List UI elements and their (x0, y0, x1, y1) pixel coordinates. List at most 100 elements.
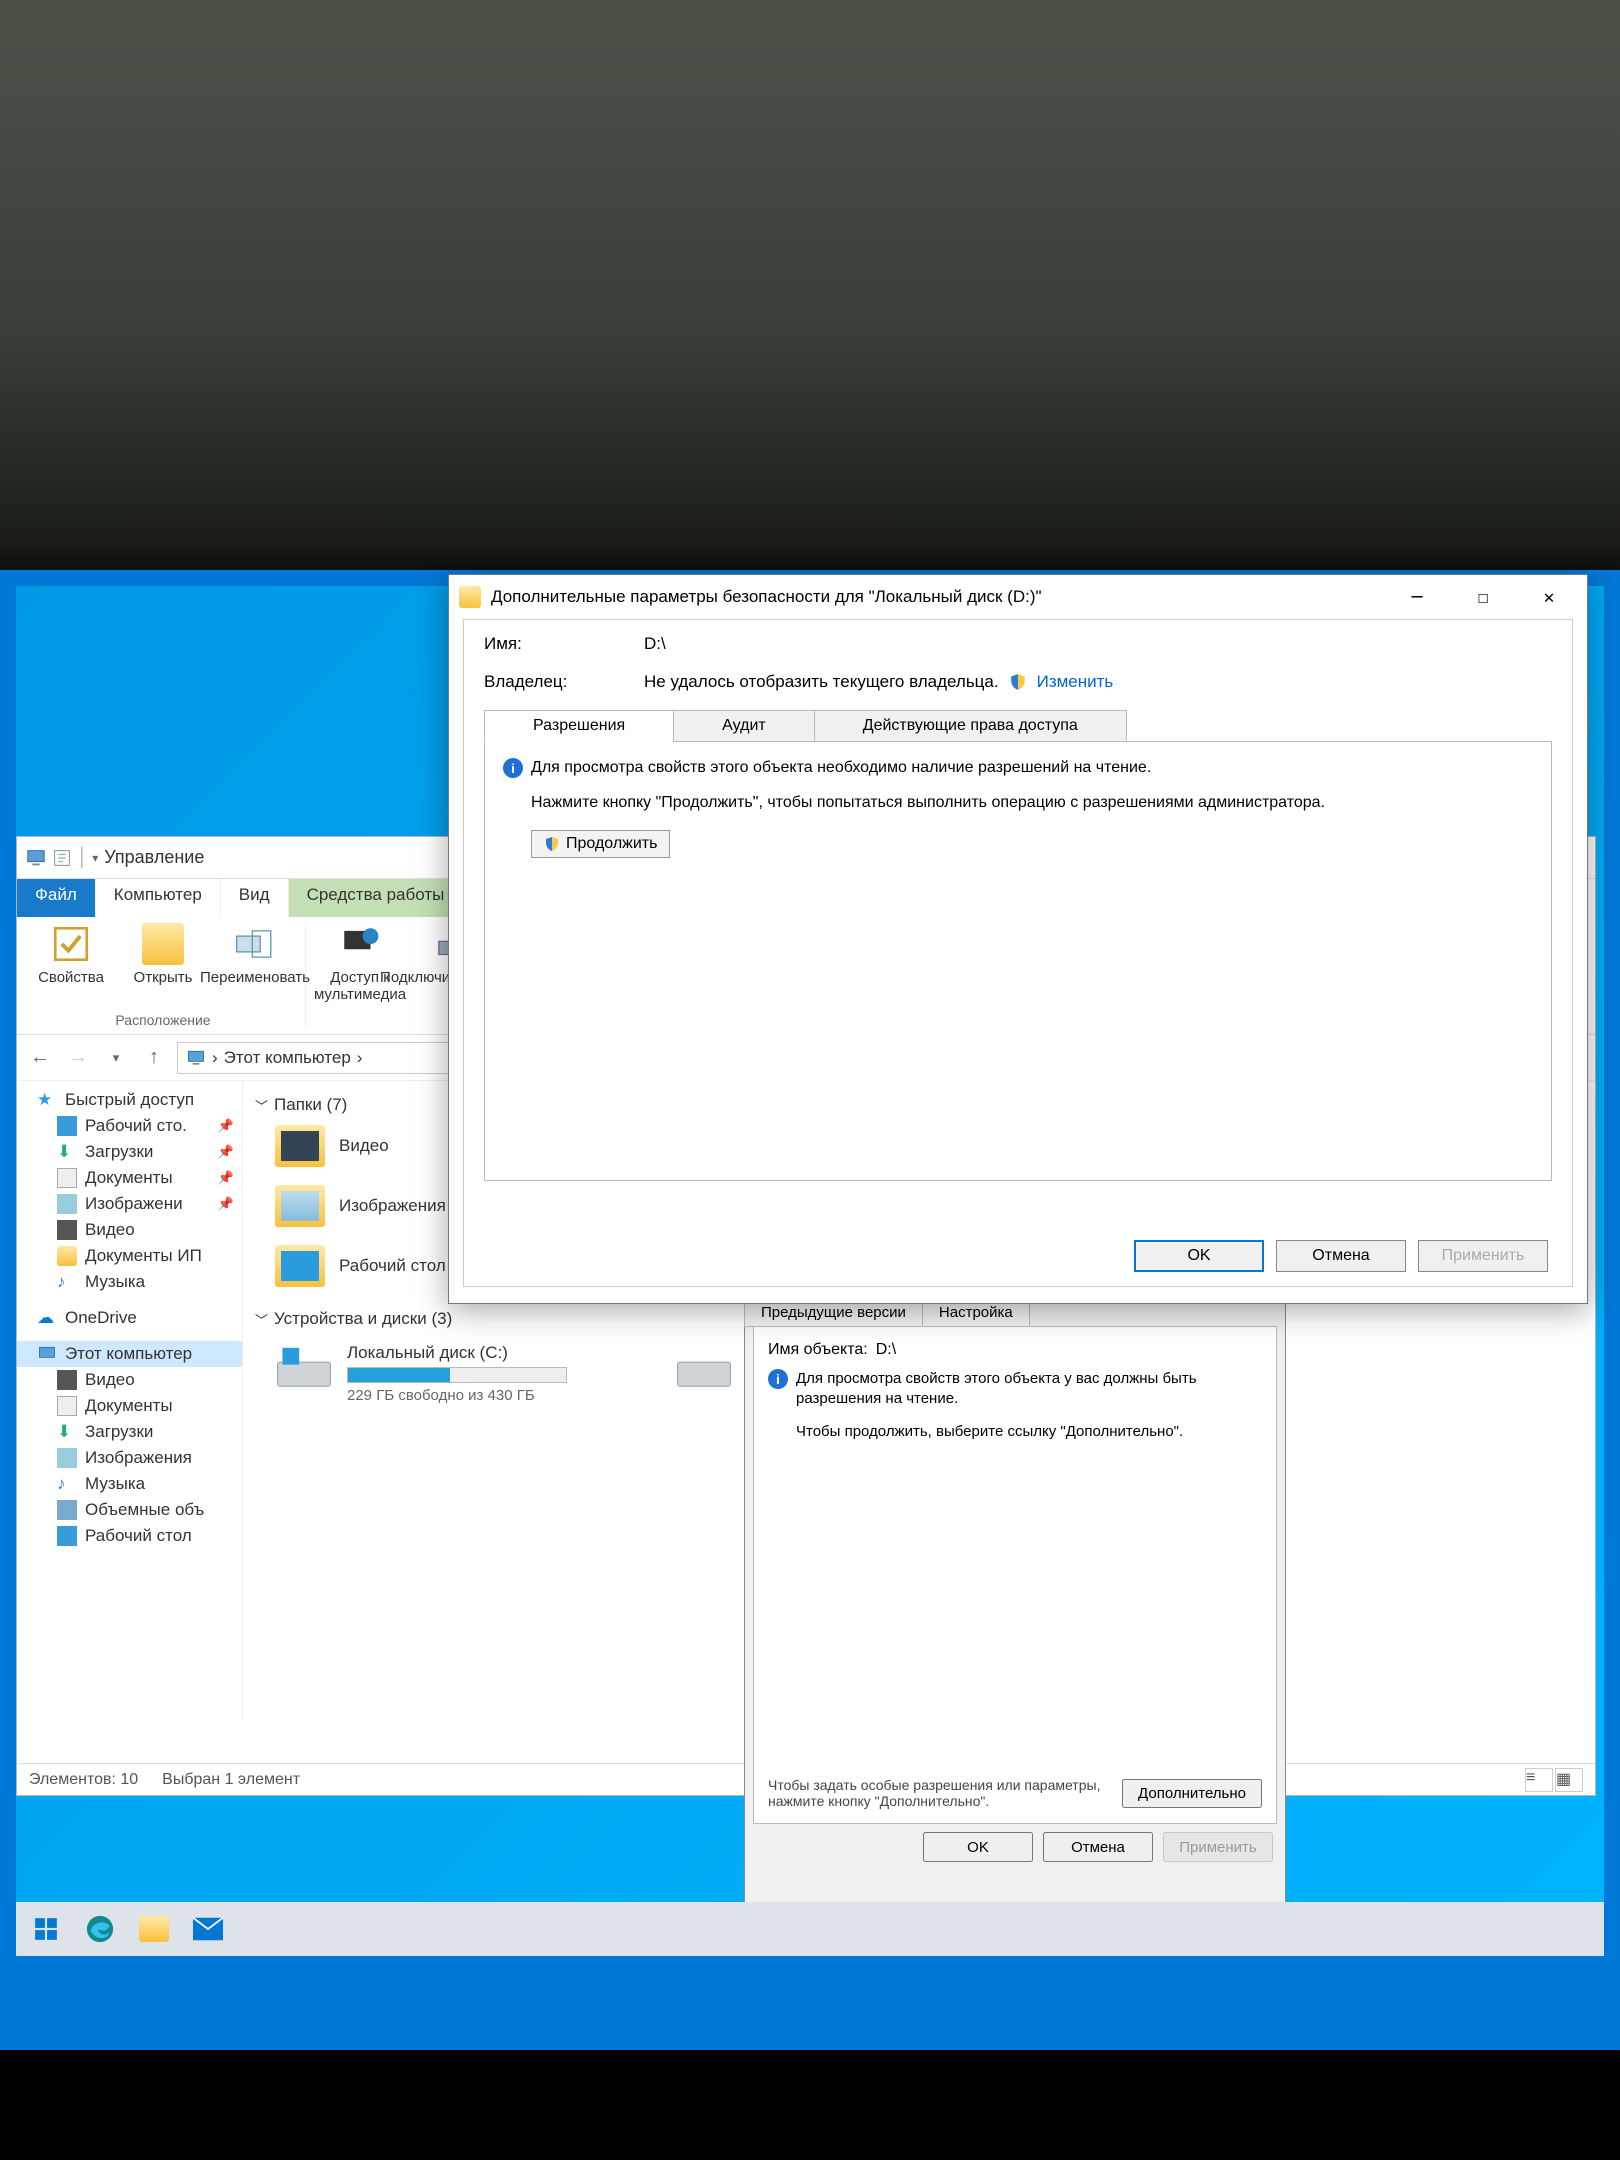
sidebar-this-pc[interactable]: Этот компьютер (17, 1341, 242, 1367)
sidebar-desktop-quick[interactable]: Рабочий сто.📌 (17, 1113, 242, 1139)
apply-button[interactable]: Применить (1418, 1240, 1548, 1272)
info-icon: i (768, 1369, 788, 1389)
info-icon: i (503, 758, 523, 778)
ribbon-rename[interactable]: Переименовать (213, 923, 297, 986)
advsec-titlebar[interactable]: Дополнительные параметры безопасности дл… (449, 575, 1587, 619)
pc-icon (25, 847, 47, 869)
uac-shield-icon (1009, 673, 1027, 691)
videos-icon (57, 1370, 77, 1390)
taskbar-edge[interactable] (78, 1907, 122, 1951)
pictures-icon (57, 1448, 77, 1468)
ribbon-properties[interactable]: Свойства (29, 923, 113, 986)
taskbar-mail[interactable] (186, 1907, 230, 1951)
advanced-security-window: Дополнительные параметры безопасности дл… (448, 574, 1588, 1304)
view-details-button[interactable]: ≡ (1525, 1768, 1553, 1792)
drive-c-label: Локальный диск (C:) (347, 1343, 567, 1363)
music-icon: ♪ (57, 1272, 77, 1292)
taskbar-explorer[interactable] (132, 1907, 176, 1951)
sidebar-pc-3d[interactable]: Объемные объ (17, 1497, 242, 1523)
properties-qat-icon[interactable] (51, 847, 73, 869)
pictures-folder-icon (275, 1185, 325, 1227)
3d-objects-icon (57, 1500, 77, 1520)
music-icon: ♪ (57, 1474, 77, 1494)
nav-up[interactable]: ↑ (139, 1043, 169, 1073)
minimize-button[interactable]: ─ (1389, 578, 1445, 616)
pin-icon: 📌 (218, 1170, 234, 1186)
status-item-count: Элементов: 10 (29, 1771, 138, 1789)
drive-c[interactable]: Локальный диск (C:) 229 ГБ свободно из 4… (275, 1343, 635, 1404)
sidebar-pictures-quick[interactable]: Изображени📌 (17, 1191, 242, 1217)
nav-recent-dropdown[interactable]: ▾ (101, 1043, 131, 1073)
sidebar-downloads-quick[interactable]: ⬇Загрузки📌 (17, 1139, 242, 1165)
change-owner-link[interactable]: Изменить (1037, 672, 1114, 692)
star-icon: ★ (37, 1090, 57, 1110)
advsec-tabs: Разрешения Аудит Действующие права досту… (484, 710, 1552, 742)
apply-button[interactable]: Применить (1163, 1832, 1273, 1862)
breadcrumb-root-sep: › (212, 1048, 218, 1068)
explorer-sidebar: ★Быстрый доступ Рабочий сто.📌 ⬇Загрузки📌… (17, 1081, 243, 1721)
security-tab-content: Имя объекта: D:\ i Для просмотра свойств… (753, 1326, 1277, 1824)
object-name-label: Имя объекта: (768, 1341, 868, 1359)
sidebar-pc-desktop[interactable]: Рабочий стол (17, 1523, 242, 1549)
ok-button[interactable]: OK (923, 1832, 1033, 1862)
drive-c-free: 229 ГБ свободно из 430 ГБ (347, 1387, 567, 1404)
taskbar (16, 1902, 1604, 1956)
name-label: Имя: (484, 634, 604, 654)
tab-computer[interactable]: Компьютер (96, 879, 221, 917)
ribbon-media-access[interactable]: Доступ к мультимедиа (318, 923, 402, 1003)
pin-icon: 📌 (218, 1196, 234, 1212)
advanced-button[interactable]: Дополнительно (1122, 1779, 1262, 1808)
tab-auditing[interactable]: Аудит (673, 710, 815, 742)
sidebar-videos-quick[interactable]: Видео (17, 1217, 242, 1243)
sidebar-pc-downloads[interactable]: ⬇Загрузки (17, 1419, 242, 1445)
tab-view[interactable]: Вид (221, 879, 289, 917)
qat-dropdown-icon[interactable]: ▾ (92, 851, 98, 865)
nav-back[interactable]: ← (25, 1043, 55, 1073)
permissions-tab-body: i Для просмотра свойств этого объекта нео… (484, 741, 1552, 1181)
advanced-hint: Чтобы задать особые разрешения или парам… (768, 1777, 1110, 1809)
view-tiles-button[interactable]: ▦ (1555, 1768, 1583, 1792)
folder-icon (57, 1246, 77, 1266)
drive-c-usage-bar (347, 1367, 567, 1383)
continue-button[interactable]: Продолжить (531, 830, 670, 858)
cancel-button[interactable]: Отмена (1043, 1832, 1153, 1862)
sidebar-pc-music[interactable]: ♪Музыка (17, 1471, 242, 1497)
security-message-1: Для просмотра свойств этого объекта у ва… (796, 1369, 1262, 1410)
explorer-icon (139, 1916, 169, 1942)
sidebar-docs-ip[interactable]: Документы ИП (17, 1243, 242, 1269)
breadcrumb-thispc[interactable]: Этот компьютер (224, 1048, 351, 1068)
security-message-2: Чтобы продолжить, выберите ссылку "Допол… (796, 1422, 1262, 1442)
start-button[interactable] (24, 1907, 68, 1951)
edge-icon (85, 1914, 115, 1944)
onedrive-icon: ☁ (37, 1308, 57, 1328)
sidebar-pc-documents[interactable]: Документы (17, 1393, 242, 1419)
ribbon-open[interactable]: Открыть (121, 923, 205, 986)
sidebar-pc-pictures[interactable]: Изображения (17, 1445, 242, 1471)
sidebar-documents-quick[interactable]: Документы📌 (17, 1165, 242, 1191)
ok-button[interactable]: OK (1134, 1240, 1264, 1272)
tab-effective-access[interactable]: Действующие права доступа (814, 710, 1127, 742)
close-button[interactable]: ✕ (1521, 578, 1577, 616)
status-selection: Выбран 1 элемент (162, 1771, 300, 1789)
cancel-button[interactable]: Отмена (1276, 1240, 1406, 1272)
pictures-icon (57, 1194, 77, 1214)
videos-folder-icon (275, 1125, 325, 1167)
sidebar-pc-videos[interactable]: Видео (17, 1367, 242, 1393)
nav-forward[interactable]: → (63, 1043, 93, 1073)
tab-file[interactable]: Файл (17, 879, 96, 917)
advsec-info-1: Для просмотра свойств этого объекта необ… (531, 759, 1151, 776)
maximize-button[interactable]: ☐ (1455, 578, 1511, 616)
document-icon (57, 1168, 77, 1188)
uac-shield-icon (544, 836, 560, 852)
object-name-value: D:\ (876, 1341, 896, 1359)
tab-permissions[interactable]: Разрешения (484, 710, 674, 742)
drive-properties-dialog: Общие Сервис Оборудование Доступ Безопас… (744, 1270, 1286, 1910)
downloads-icon: ⬇ (57, 1142, 77, 1162)
windows-logo-icon (33, 1916, 59, 1942)
pin-icon: 📌 (218, 1118, 234, 1134)
sidebar-music-quick[interactable]: ♪Музыка (17, 1269, 242, 1295)
sidebar-onedrive[interactable]: ☁OneDrive (17, 1305, 242, 1331)
sidebar-quick-access[interactable]: ★Быстрый доступ (17, 1087, 242, 1113)
folder-open-icon (142, 923, 184, 965)
local-disk-icon (275, 1343, 333, 1391)
